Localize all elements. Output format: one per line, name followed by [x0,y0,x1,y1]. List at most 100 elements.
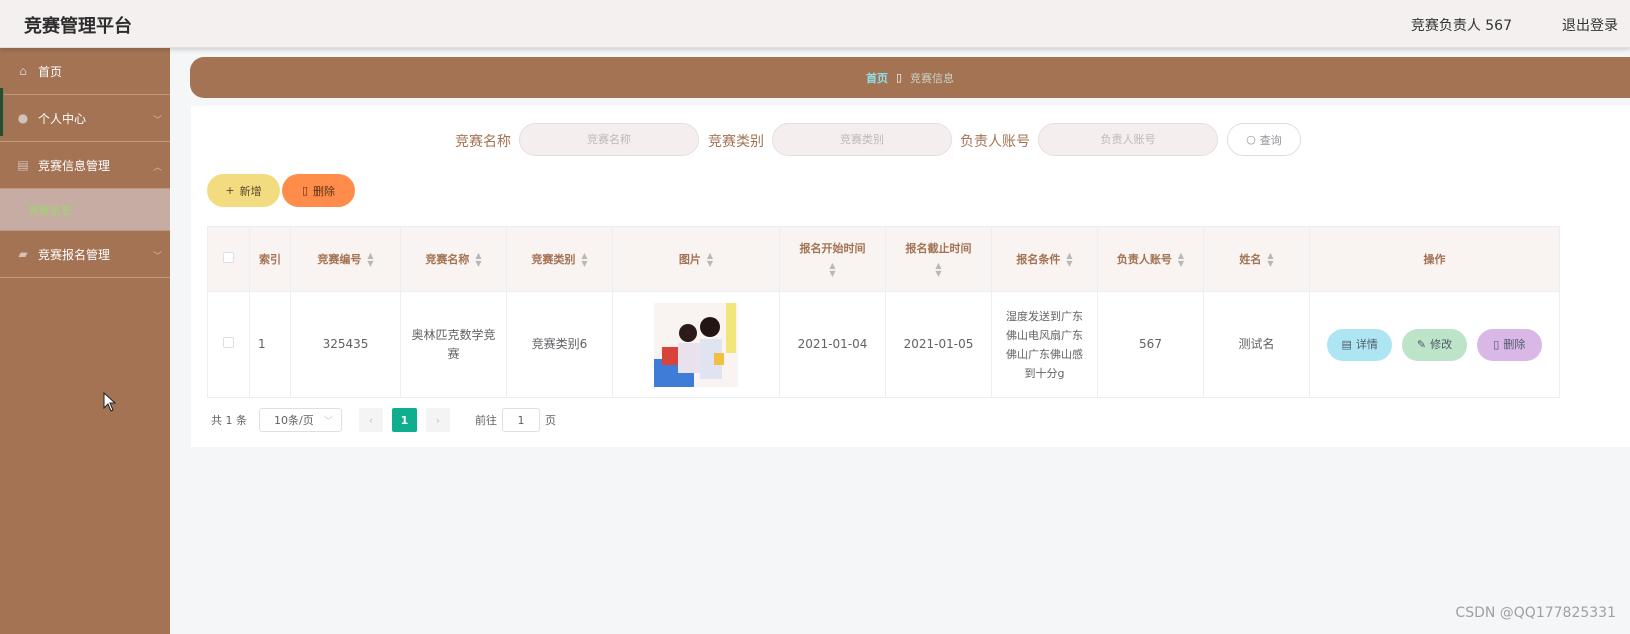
breadcrumb-separator: ▯ [895,71,903,84]
row-delete-button[interactable]: ▯ 删除 [1476,328,1542,361]
header-category[interactable]: 竞赛类别 ▲ ▼ [506,226,613,292]
chevron-down-icon: ﹀ [323,416,333,427]
page-size-select[interactable]: 10条/页 ﹀ [259,408,342,432]
cell-image [612,291,780,398]
window-edge-handle [0,88,4,136]
row-select-cell[interactable] [207,291,250,398]
sidebar-item-competition-info-manage[interactable]: ▤ 竞赛信息管理 ︿ [0,142,170,189]
page-number-current[interactable]: 1 [392,408,417,432]
folder-icon: ▤ [17,158,29,172]
goto-page-input[interactable]: 1 [502,408,540,432]
sidebar-item-label: 竞赛报名管理 [38,247,111,262]
sort-icon[interactable]: ▲ ▼ [707,251,713,268]
sort-icon[interactable]: ▲ ▼ [935,262,941,278]
header-name[interactable]: 竞赛名称 ▲ ▼ [400,226,507,292]
watermark: CSDN @QQ177825331 [1455,605,1616,621]
add-label: 新增 [239,184,262,198]
cell-index: 1 [249,291,291,398]
cell-account: 567 [1097,291,1204,398]
top-header: 竞赛管理平台 竞赛负责人 567 退出登录 [0,0,1630,48]
search-icon: ○ [1246,133,1256,146]
home-icon: ⌂ [19,64,27,78]
document-icon: ▤ [1341,338,1352,351]
chevron-down-icon: ﹀ [152,252,162,262]
chevron-up-icon: ︿ [152,163,162,173]
competition-category-input[interactable]: 竞赛类别 [772,123,952,156]
sort-icon[interactable]: ▲ ▼ [367,251,373,268]
plus-icon: + [225,184,235,197]
sidebar-item-label: 竞赛信息 [28,203,72,217]
cell-ops: ▤ 详情 ✎ 修改 ▯ 删除 [1309,291,1560,398]
header-image[interactable]: 图片 ▲ ▼ [612,226,780,292]
competition-table: 索引 竞赛编号 ▲ ▼ 竞赛名称 ▲ ▼ 竞赛类别 ▲ ▼ 图片 ▲ ▼ 报名开始时间 ▲ ▼ 报名… [207,226,1560,398]
competition-image[interactable] [654,302,738,387]
sidebar-item-registration-manage[interactable]: ▰ 竞赛报名管理 ﹀ [0,231,170,278]
cell-code: 325435 [290,291,401,398]
manager-account-input[interactable]: 负责人账号 [1038,123,1218,156]
trash-icon: ▯ [1493,338,1500,351]
chevron-right-icon: › [435,413,441,427]
sort-icon[interactable]: ▲ ▼ [581,251,587,268]
sidebar-item-label: 个人中心 [38,111,87,126]
user-icon: ● [17,111,29,125]
delete-label: 删除 [313,184,336,198]
goto-label: 前往 [475,414,497,427]
batch-delete-button[interactable]: ▯ 删除 [282,174,355,207]
sidebar-subitem-competition-info[interactable]: 竞赛信息 [0,189,170,231]
add-button[interactable]: + 新增 [207,174,280,207]
app-title: 竞赛管理平台 [24,16,132,37]
cell-end-time: 2021-01-05 [885,291,992,398]
total-count: 共 1 条 [211,414,247,427]
header-person[interactable]: 姓名 ▲ ▼ [1203,226,1310,292]
next-page-button[interactable]: › [426,408,450,432]
prev-page-button[interactable]: ‹ [359,408,383,432]
cell-name: 奥林匹克数学竞赛 [400,291,507,398]
sort-icon[interactable]: ▲ ▼ [1178,251,1184,268]
header-code[interactable]: 竞赛编号 ▲ ▼ [290,226,401,292]
cell-person: 测试名 [1203,291,1310,398]
edit-icon: ✎ [1416,338,1427,351]
breadcrumb-home[interactable]: 首页 [866,70,888,86]
sidebar-item-label: 首页 [38,64,63,79]
main-panel: 竞赛名称 竞赛名称 竞赛类别 竞赛类别 负责人账号 负责人账号 ○ 查询 + 新… [191,106,1630,447]
sort-icon[interactable]: ▲ ▼ [829,262,835,278]
header-start-time[interactable]: 报名开始时间 ▲ ▼ [779,226,886,292]
cell-category: 竞赛类别6 [506,291,613,398]
sort-icon[interactable]: ▲ ▼ [1066,251,1072,268]
select-all-checkbox[interactable] [223,252,234,263]
query-label: 查询 [1259,133,1282,147]
chevron-left-icon: ‹ [368,413,374,427]
header-end-time[interactable]: 报名截止时间 ▲ ▼ [885,226,992,292]
cell-condition: 湿度发送到广东佛山电风扇广东佛山广东佛山感到十分g [991,291,1098,398]
search-form: 竞赛名称 竞赛名称 竞赛类别 竞赛类别 负责人账号 负责人账号 ○ 查询 [191,123,1630,157]
row-checkbox[interactable] [223,337,234,348]
select-all-cell[interactable] [207,226,250,292]
breadcrumb-current: 竞赛信息 [910,71,955,85]
table-row: 1 325435 奥林匹克数学竞赛 竞赛类别6 2021-01-04 2021-… [207,291,1560,398]
sidebar: ⌂ 首页 ● 个人中心 ﹀ ▤ 竞赛信息管理 ︿ 竞赛信息 ▰ 竞赛报名管理 ﹀ [0,48,170,634]
pagination: 共 1 条 10条/页 ﹀ ‹ 1 › 前往 1 页 [211,408,556,432]
sort-icon[interactable]: ▲ ▼ [1267,251,1273,268]
page-suffix: 页 [545,414,556,427]
sidebar-item-label: 竞赛信息管理 [38,158,111,173]
logout-link[interactable]: 退出登录 [1562,15,1618,35]
sidebar-item-personal-center[interactable]: ● 个人中心 ﹀ [0,95,170,142]
header-ops: 操作 [1309,226,1560,292]
edit-button[interactable]: ✎ 修改 [1402,328,1467,361]
detail-button[interactable]: ▤ 详情 [1327,328,1393,361]
sort-icon[interactable]: ▲ ▼ [475,251,481,268]
sidebar-item-home[interactable]: ⌂ 首页 [0,48,170,95]
cell-start-time: 2021-01-04 [779,291,886,398]
category-label: 竞赛类别 [708,134,764,150]
account-label: 负责人账号 [960,134,1030,150]
collection-icon: ▰ [18,247,28,261]
header-account[interactable]: 负责人账号 ▲ ▼ [1097,226,1204,292]
query-button[interactable]: ○ 查询 [1227,123,1301,156]
page-size-value: 10条/页 [274,414,314,427]
header-condition[interactable]: 报名条件 ▲ ▼ [991,226,1098,292]
competition-name-input[interactable]: 竞赛名称 [519,123,699,156]
name-label: 竞赛名称 [455,134,511,150]
mouse-cursor-icon [103,392,117,412]
chevron-down-icon: ﹀ [152,116,162,126]
user-info: 竞赛负责人 567 [1410,18,1512,34]
